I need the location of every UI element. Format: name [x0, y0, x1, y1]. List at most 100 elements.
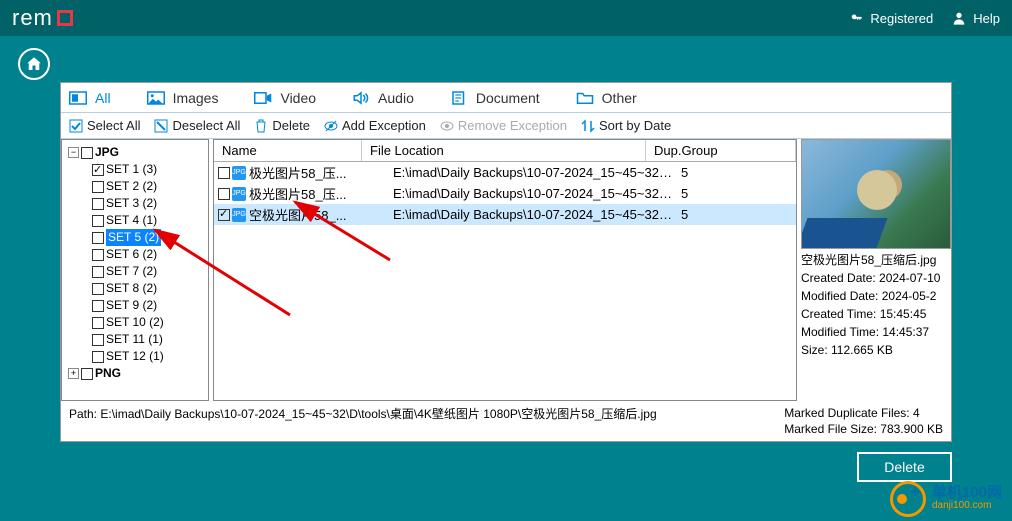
tree-item-11[interactable]: SET 12 (1): [64, 348, 206, 365]
all-icon: [69, 91, 87, 105]
cell-location: E:\imad\Daily Backups\10-07-2024_15~45~3…: [389, 186, 673, 201]
tree-item-5[interactable]: SET 6 (2): [64, 246, 206, 263]
main-panel: All Images Video Audio Document Other Se…: [60, 82, 952, 442]
tree-item-label: SET 2 (2): [106, 178, 157, 195]
brand-square-icon: [57, 10, 73, 26]
tab-document[interactable]: Document: [450, 90, 540, 106]
checkbox[interactable]: [92, 164, 104, 176]
checkbox[interactable]: [92, 283, 104, 295]
tree-item-label: SET 11 (1): [106, 331, 163, 348]
checkbox[interactable]: [218, 167, 230, 179]
checkbox[interactable]: [92, 215, 104, 227]
tree-item-8[interactable]: SET 9 (2): [64, 297, 206, 314]
tree-foot[interactable]: + PNG: [64, 365, 206, 382]
tree-root[interactable]: − JPG: [64, 144, 206, 161]
table-row[interactable]: JPG空极光图片58_...E:\imad\Daily Backups\10-0…: [214, 204, 796, 225]
tree-item-3[interactable]: SET 4 (1): [64, 212, 206, 229]
checkbox[interactable]: [92, 198, 104, 210]
tree-item-7[interactable]: SET 8 (2): [64, 280, 206, 297]
collapse-icon[interactable]: −: [68, 147, 79, 158]
cell-name: 空极光图片58_...: [249, 205, 389, 224]
select-all-button[interactable]: Select All: [69, 118, 140, 133]
expand-icon[interactable]: +: [68, 368, 79, 379]
brand-logo: rem: [12, 5, 73, 31]
delete-main-button[interactable]: Delete: [857, 452, 952, 482]
registered-link[interactable]: Registered: [850, 11, 933, 26]
tab-audio-label: Audio: [378, 90, 414, 106]
jpg-file-icon: JPG: [232, 187, 246, 201]
status-bar: Path: E:\imad\Daily Backups\10-07-2024_1…: [61, 401, 951, 441]
sort-by-date-label: Sort by Date: [599, 118, 671, 133]
add-exception-label: Add Exception: [342, 118, 426, 133]
checkbox[interactable]: [92, 300, 104, 312]
registered-label: Registered: [870, 11, 933, 26]
home-button[interactable]: [18, 48, 50, 80]
checkbox[interactable]: [92, 266, 104, 278]
add-exception-button[interactable]: Add Exception: [324, 118, 426, 133]
tab-all-label: All: [95, 90, 111, 106]
path-display: Path: E:\imad\Daily Backups\10-07-2024_1…: [69, 405, 784, 422]
deselect-all-label: Deselect All: [172, 118, 240, 133]
checkbox[interactable]: [92, 317, 104, 329]
tab-other-label: Other: [602, 90, 637, 106]
preview-modified-time: Modified Time: 14:45:37: [801, 323, 951, 341]
checkbox[interactable]: [81, 368, 93, 380]
tree-item-label: SET 10 (2): [106, 314, 164, 331]
tab-all[interactable]: All: [69, 90, 111, 106]
jpg-file-icon: JPG: [232, 166, 246, 180]
tab-images-label: Images: [173, 90, 219, 106]
checkbox[interactable]: [92, 334, 104, 346]
tree-item-label: SET 6 (2): [106, 246, 157, 263]
remove-exception-label: Remove Exception: [458, 118, 567, 133]
tree-item-1[interactable]: SET 2 (2): [64, 178, 206, 195]
preview-created-time: Created Time: 15:45:45: [801, 305, 951, 323]
folder-tree[interactable]: − JPG SET 1 (3)SET 2 (2)SET 3 (2)SET 4 (…: [61, 139, 209, 401]
tab-images[interactable]: Images: [147, 90, 219, 106]
tree-item-10[interactable]: SET 11 (1): [64, 331, 206, 348]
toolbar: Select All Deselect All Delete Add Excep…: [61, 113, 951, 139]
tree-item-label: SET 5 (2): [106, 229, 161, 246]
col-name[interactable]: Name: [214, 140, 362, 161]
checkbox[interactable]: [92, 181, 104, 193]
col-group[interactable]: Dup.Group: [646, 140, 796, 161]
help-link[interactable]: Help: [951, 10, 1000, 26]
sort-by-date-button[interactable]: Sort by Date: [581, 118, 671, 133]
tree-item-6[interactable]: SET 7 (2): [64, 263, 206, 280]
marked-size: Marked File Size: 783.900 KB: [784, 421, 943, 437]
col-location[interactable]: File Location: [362, 140, 646, 161]
file-table: Name File Location Dup.Group JPG极光图片58_压…: [213, 139, 797, 401]
tab-audio[interactable]: Audio: [352, 90, 414, 106]
checkbox[interactable]: [218, 209, 230, 221]
checkbox[interactable]: [92, 232, 104, 244]
checkbox[interactable]: [218, 188, 230, 200]
home-icon: [25, 55, 43, 73]
delete-button[interactable]: Delete: [254, 118, 310, 133]
tree-item-2[interactable]: SET 3 (2): [64, 195, 206, 212]
tree-item-label: SET 3 (2): [106, 195, 157, 212]
deselectall-icon: [154, 119, 168, 133]
tree-item-4[interactable]: SET 5 (2): [64, 229, 206, 246]
tree-item-label: SET 7 (2): [106, 263, 157, 280]
preview-panel: 空极光图片58_压缩后.jpg Created Date: 2024-07-10…: [801, 139, 951, 401]
table-row[interactable]: JPG极光图片58_压...E:\imad\Daily Backups\10-0…: [214, 162, 796, 183]
tab-document-label: Document: [476, 90, 540, 106]
deselect-all-button[interactable]: Deselect All: [154, 118, 240, 133]
checkbox[interactable]: [92, 351, 104, 363]
preview-thumbnail: [801, 139, 951, 249]
tab-video[interactable]: Video: [254, 90, 316, 106]
cell-location: E:\imad\Daily Backups\10-07-2024_15~45~3…: [389, 207, 673, 222]
table-row[interactable]: JPG极光图片58_压...E:\imad\Daily Backups\10-0…: [214, 183, 796, 204]
cell-location: E:\imad\Daily Backups\10-07-2024_15~45~3…: [389, 165, 673, 180]
tree-item-9[interactable]: SET 10 (2): [64, 314, 206, 331]
cell-name: 极光图片58_压...: [249, 163, 389, 182]
video-icon: [254, 91, 272, 105]
delete-label: Delete: [272, 118, 310, 133]
tab-other[interactable]: Other: [576, 90, 637, 106]
tree-item-0[interactable]: SET 1 (3): [64, 161, 206, 178]
checkbox[interactable]: [92, 249, 104, 261]
checkbox[interactable]: [81, 147, 93, 159]
help-label: Help: [973, 11, 1000, 26]
tree-item-label: SET 8 (2): [106, 280, 157, 297]
jpg-file-icon: JPG: [232, 208, 246, 222]
tree-item-label: SET 12 (1): [106, 348, 164, 365]
